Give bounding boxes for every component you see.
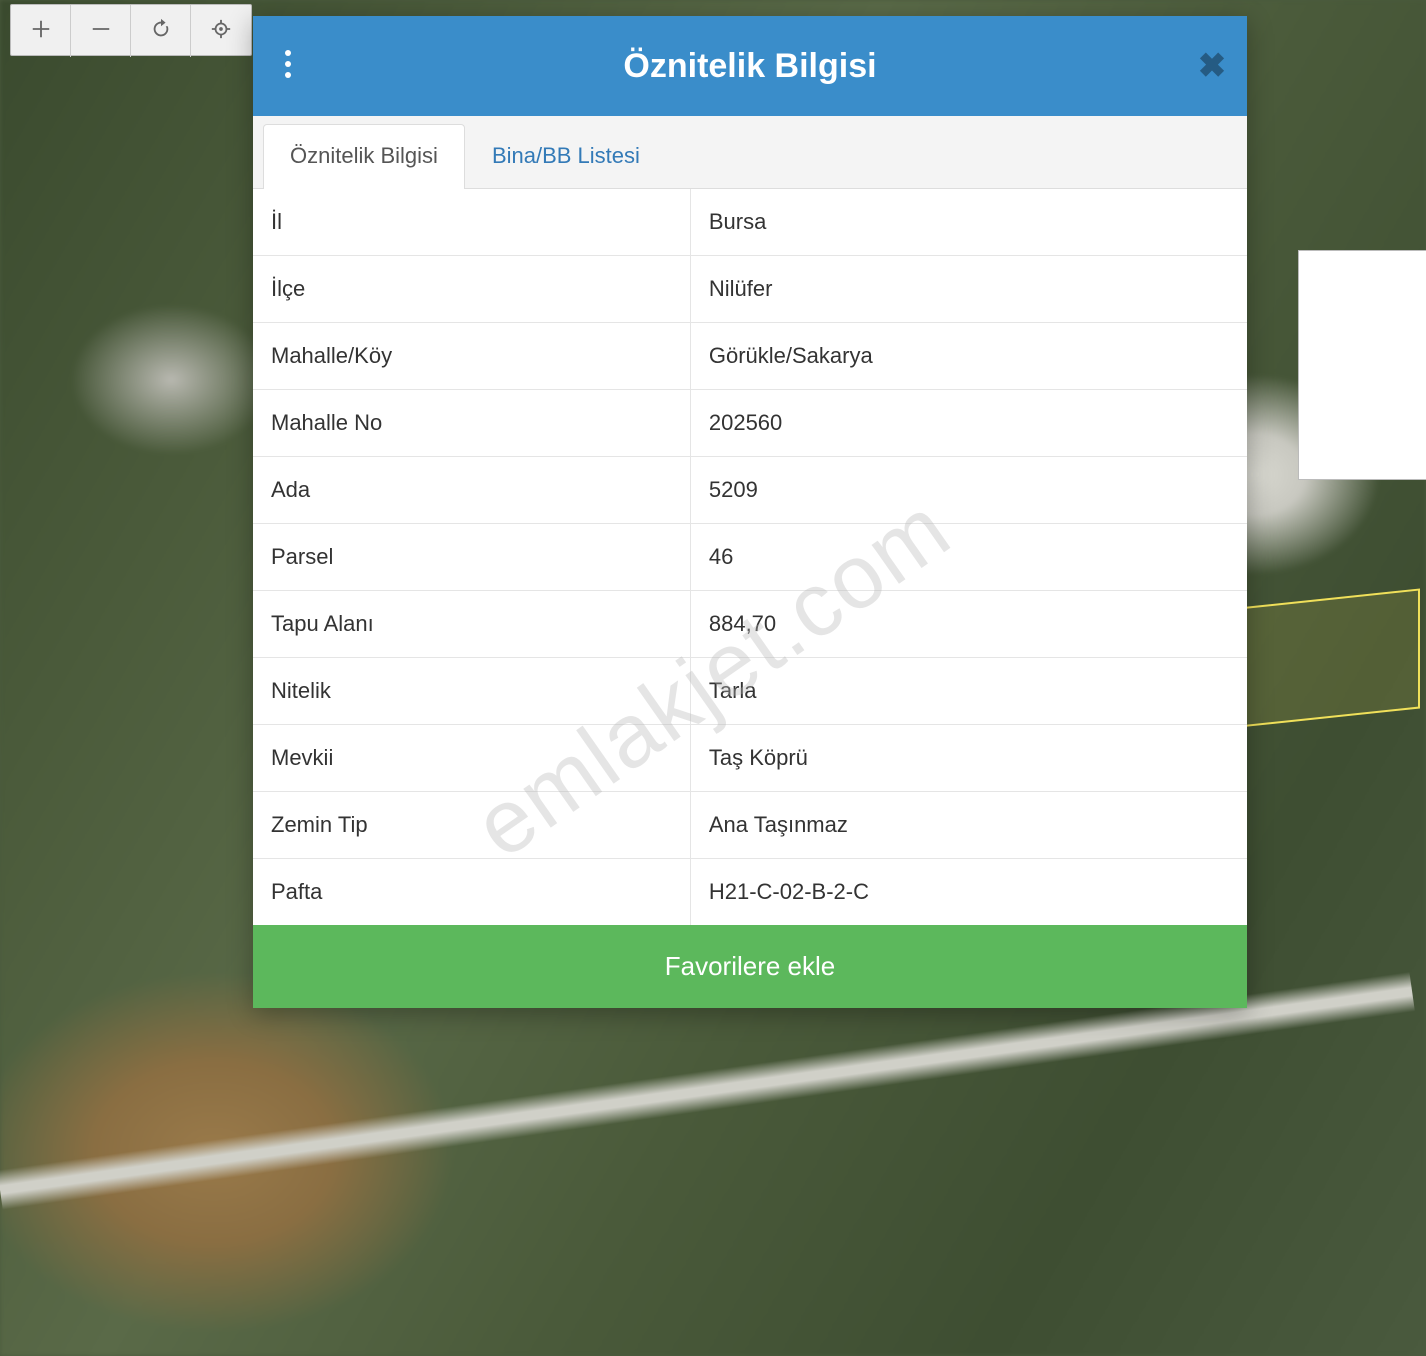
attr-value: 202560 [690, 390, 1247, 457]
attr-value: 5209 [690, 457, 1247, 524]
vertical-dots-icon [284, 49, 292, 84]
attr-key: Mahalle/Köy [253, 323, 690, 390]
modal-header: Öznitelik Bilgisi ✖ [253, 16, 1247, 116]
attr-value: Görükle/Sakarya [690, 323, 1247, 390]
table-row: Mahalle No 202560 [253, 390, 1247, 457]
attr-value: Nilüfer [690, 256, 1247, 323]
attr-value: Tarla [690, 658, 1247, 725]
attribute-table: İl Bursa İlçe Nilüfer Mahalle/Köy Görükl… [253, 189, 1247, 925]
table-row: Pafta H21-C-02-B-2-C [253, 859, 1247, 926]
attr-key: Zemin Tip [253, 792, 690, 859]
refresh-icon [150, 18, 172, 45]
plus-icon [30, 18, 52, 45]
crosshair-icon [210, 18, 232, 45]
attr-value: Taş Köprü [690, 725, 1247, 792]
zoom-out-button[interactable] [71, 5, 131, 57]
minus-icon [90, 18, 112, 45]
table-row: Zemin Tip Ana Taşınmaz [253, 792, 1247, 859]
attr-value: 884,70 [690, 591, 1247, 658]
attr-value: Ana Taşınmaz [690, 792, 1247, 859]
table-row: Tapu Alanı 884,70 [253, 591, 1247, 658]
attr-key: Ada [253, 457, 690, 524]
attr-key: Pafta [253, 859, 690, 926]
close-icon: ✖ [1198, 46, 1227, 86]
table-row: Ada 5209 [253, 457, 1247, 524]
modal-title: Öznitelik Bilgisi [323, 47, 1177, 86]
tab-label: Bina/BB Listesi [492, 143, 640, 168]
table-row: Parsel 46 [253, 524, 1247, 591]
attr-key: Parsel [253, 524, 690, 591]
attr-value: H21-C-02-B-2-C [690, 859, 1247, 926]
attr-key: Mahalle No [253, 390, 690, 457]
attr-key: İlçe [253, 256, 690, 323]
table-row: Mevkii Taş Köprü [253, 725, 1247, 792]
attr-key: Mevkii [253, 725, 690, 792]
side-panel-cropped [1298, 250, 1426, 480]
zoom-in-button[interactable] [11, 5, 71, 57]
refresh-button[interactable] [131, 5, 191, 57]
attr-key: Tapu Alanı [253, 591, 690, 658]
attr-key: Nitelik [253, 658, 690, 725]
tab-label: Öznitelik Bilgisi [290, 143, 438, 168]
tab-bina-bb-listesi[interactable]: Bina/BB Listesi [465, 124, 667, 189]
locate-button[interactable] [191, 5, 251, 57]
modal-tabs: Öznitelik Bilgisi Bina/BB Listesi [253, 116, 1247, 189]
map-toolbar [10, 4, 252, 56]
table-row: İlçe Nilüfer [253, 256, 1247, 323]
tab-attribute-info[interactable]: Öznitelik Bilgisi [263, 124, 465, 189]
modal-close-button[interactable]: ✖ [1177, 16, 1247, 116]
table-row: İl Bursa [253, 189, 1247, 256]
favorite-button-label: Favorilere ekle [665, 951, 836, 981]
attribute-info-modal: Öznitelik Bilgisi ✖ Öznitelik Bilgisi Bi… [253, 16, 1247, 1008]
attr-value: Bursa [690, 189, 1247, 256]
table-row: Nitelik Tarla [253, 658, 1247, 725]
attr-value: 46 [690, 524, 1247, 591]
modal-menu-button[interactable] [253, 16, 323, 116]
add-to-favorites-button[interactable]: Favorilere ekle [253, 925, 1247, 1008]
attr-key: İl [253, 189, 690, 256]
table-row: Mahalle/Köy Görükle/Sakarya [253, 323, 1247, 390]
